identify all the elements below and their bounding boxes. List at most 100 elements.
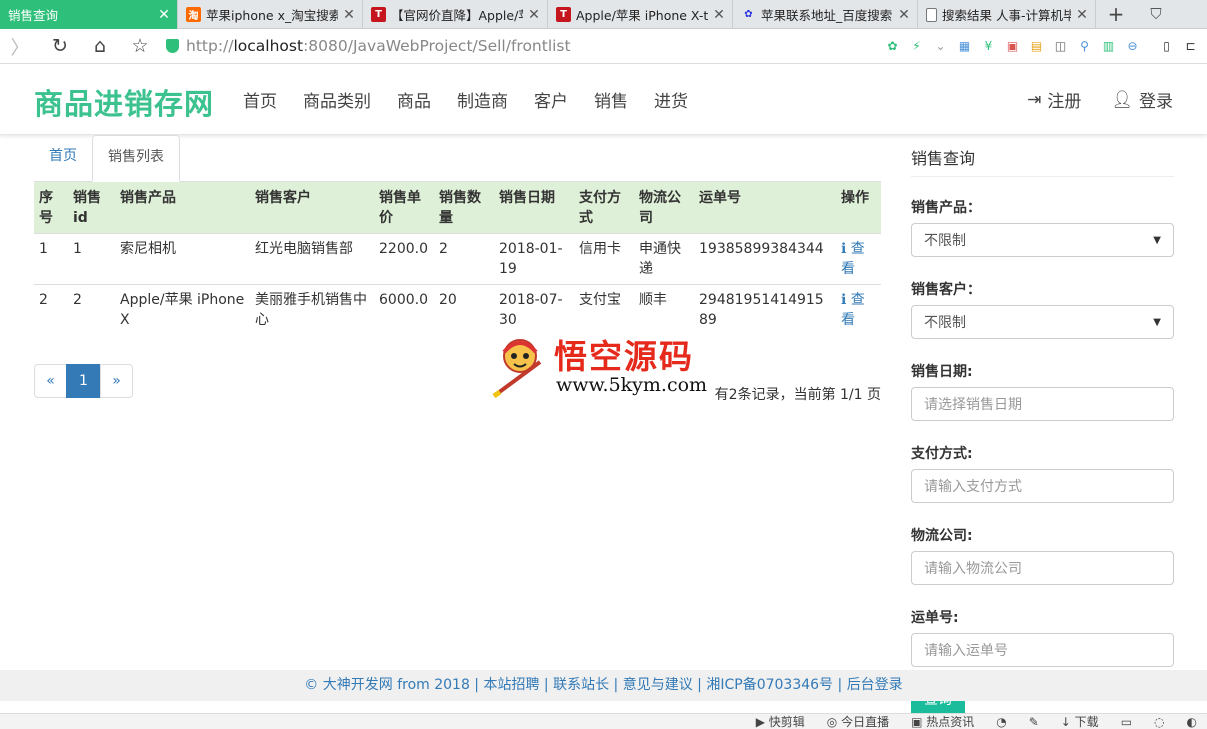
hot-news-item[interactable]: ▣ 热点资讯 (911, 714, 974, 729)
browser-tab-tmall-1[interactable]: T 【官网价直降】Apple/苹 ✕ (363, 0, 548, 29)
footer-contact-link[interactable]: 联系站长 (553, 677, 609, 693)
col-header: 支付方式 (574, 182, 634, 234)
prev-page-button[interactable]: « (34, 364, 67, 398)
next-page-button[interactable]: » (100, 364, 133, 398)
tab-sell-list[interactable]: 销售列表 (92, 135, 180, 182)
close-tab-icon[interactable]: ✕ (712, 7, 726, 23)
window-icon[interactable]: ▭ (1121, 714, 1132, 729)
cell-payment: 信用卡 (574, 233, 634, 285)
monkey-king-logo-icon (492, 339, 542, 399)
table-row: 1 1 索尼相机 红光电脑销售部 2200.0 2 2018-01-19 信用卡… (34, 233, 881, 285)
star-bookmark-icon[interactable]: ☆ (120, 29, 160, 64)
footer-icp-link[interactable]: 湘ICP备0703346号 (706, 677, 833, 693)
pdf-icon[interactable]: ▣ (1004, 38, 1021, 55)
content-tabs: 首页 销售列表 (34, 135, 881, 182)
payment-label: 支付方式: (911, 446, 973, 462)
shirt-skin-icon[interactable]: ⛉ (1136, 0, 1176, 28)
chevron-down-icon[interactable]: ⌄ (932, 38, 949, 55)
nav-product[interactable]: 商品 (397, 87, 431, 112)
quick-clip-item[interactable]: ▶ 快剪辑 (756, 714, 805, 729)
login-link[interactable]: 👤︎ 登录 (1111, 87, 1173, 113)
forward-icon[interactable]: 〉 (0, 29, 40, 64)
site-header: 商品进销存网 首页 商品类别 商品 制造商 客户 销售 进货 ⇥ 注册 👤︎ 登录 (0, 65, 1207, 135)
logistics-label: 物流公司: (911, 528, 973, 544)
footer-admin-login-link[interactable]: 后台登录 (847, 677, 903, 693)
browser-tab-sell-query[interactable]: 销售查询 ✕ (0, 0, 178, 29)
date-input[interactable]: 请选择销售日期 (911, 387, 1174, 421)
close-tab-icon[interactable]: ✕ (897, 7, 911, 23)
live-item[interactable]: ◎ 今日直播 (827, 714, 889, 729)
waybill-input[interactable]: 请输入运单号 (911, 633, 1174, 667)
recycle-icon[interactable]: ✿ (884, 38, 901, 55)
table-header-row: 序号 销售id 销售产品 销售客户 销售单价 销售数量 销售日期 支付方式 物流… (34, 182, 881, 234)
info-icon: ℹ (841, 292, 851, 308)
sound-icon[interactable]: ◐ (1187, 714, 1197, 729)
tmall-icon: T (371, 7, 386, 22)
browser-tab-strip: 销售查询 ✕ 淘 苹果iphone x_淘宝搜索 ✕ T 【官网价直降】Appl… (0, 0, 1207, 29)
tab-home[interactable]: 首页 (34, 135, 92, 182)
menu-icon[interactable]: ⊏ (1182, 38, 1199, 55)
sidebar-title: 销售查询 (911, 135, 1174, 177)
minus-icon[interactable]: ⊖ (1124, 38, 1141, 55)
nav-home[interactable]: 首页 (243, 87, 277, 112)
close-tab-icon[interactable]: ✕ (1075, 7, 1089, 23)
url-path: :8080/JavaWebProject/Sell/frontlist (303, 37, 571, 55)
url-prefix: http:// (186, 37, 234, 55)
speed-icon[interactable]: ◔ (996, 714, 1006, 729)
nav-sell[interactable]: 销售 (594, 87, 628, 112)
browser-tab-taobao[interactable]: 淘 苹果iphone x_淘宝搜索 ✕ (178, 0, 363, 29)
close-tab-icon[interactable]: ✕ (527, 7, 541, 23)
cell-waybill: 19385899384344 (694, 233, 836, 285)
close-tab-icon[interactable]: ✕ (342, 7, 356, 23)
footer-copyright[interactable]: © 大神开发网 from 2018 (304, 677, 470, 693)
tools-icon[interactable]: ✎ (1029, 714, 1039, 729)
phone-icon[interactable]: ▯ (1158, 38, 1175, 55)
nav-category[interactable]: 商品类别 (303, 87, 371, 112)
footer-jobs-link[interactable]: 本站招聘 (483, 677, 539, 693)
download-item[interactable]: ↓ 下载 (1061, 714, 1099, 729)
lightning-icon[interactable]: ⚡ (908, 38, 925, 55)
cell-quantity: 2 (434, 233, 494, 285)
view-link[interactable]: ℹ 查看 (836, 233, 881, 285)
caret-down-icon: ▼ (1153, 234, 1161, 246)
register-link[interactable]: ⇥ 注册 (1027, 87, 1082, 113)
browser-tab-tmall-2[interactable]: T Apple/苹果 iPhone X-t ✕ (548, 0, 733, 29)
home-icon[interactable]: ⌂ (80, 29, 120, 64)
logistics-input[interactable]: 请输入物流公司 (911, 551, 1174, 585)
reader-icon[interactable]: ▥ (1100, 38, 1117, 55)
view-link[interactable]: ℹ 查看 (836, 284, 881, 335)
apps-grid-icon[interactable]: ▦ (956, 38, 973, 55)
clean-icon[interactable]: ◌ (1154, 714, 1164, 729)
footer-feedback-link[interactable]: 意见与建议 (623, 677, 693, 693)
nav-manufacturer[interactable]: 制造商 (457, 87, 508, 112)
taobao-icon: 淘 (186, 7, 201, 22)
info-icon: ℹ (841, 241, 851, 257)
cell-waybill: 2948195141491589 (694, 284, 836, 335)
sell-query-sidebar: 销售查询 销售产品： 不限制 ▼ 销售客户： 不限制 ▼ 销售日期: 请选择销售日期… (911, 135, 1174, 717)
nav-customer[interactable]: 客户 (534, 87, 568, 112)
hot-news-label: 热点资讯 (926, 715, 975, 729)
address-bar: 〉 ↻ ⌂ ☆ http://localhost:8080/JavaWebPro… (0, 29, 1207, 64)
register-label: 注册 (1047, 92, 1082, 112)
table-row: 2 2 Apple/苹果 iPhone X 美丽雅手机销售中心 6000.0 2… (34, 284, 881, 335)
close-tab-icon[interactable]: ✕ (157, 7, 171, 23)
browser-tab-search[interactable]: 搜索结果 人事-计算机毕 ✕ (918, 0, 1096, 29)
customer-label: 销售客户： (911, 282, 981, 298)
new-tab-plus-icon[interactable]: + (1096, 0, 1136, 28)
zoom-icon[interactable]: ⚲ (1076, 38, 1093, 55)
tab-title: Apple/苹果 iPhone X-t (576, 8, 708, 23)
nav-purchase[interactable]: 进货 (654, 87, 688, 112)
payment-input[interactable]: 请输入支付方式 (911, 469, 1174, 503)
product-select[interactable]: 不限制 ▼ (911, 223, 1174, 257)
site-brand[interactable]: 商品进销存网 (34, 81, 214, 123)
main-nav: 首页 商品类别 商品 制造商 客户 销售 进货 (243, 87, 714, 112)
screenshot-icon[interactable]: ◫ (1052, 38, 1069, 55)
translate-icon[interactable]: ▤ (1028, 38, 1045, 55)
customer-select[interactable]: 不限制 ▼ (911, 305, 1174, 339)
url-field[interactable]: http://localhost:8080/JavaWebProject/Sel… (166, 37, 884, 55)
page-1-button[interactable]: 1 (66, 364, 101, 398)
tab-title: 苹果iphone x_淘宝搜索 (206, 8, 338, 23)
currency-icon[interactable]: ¥ (980, 38, 997, 55)
refresh-icon[interactable]: ↻ (40, 29, 80, 64)
browser-tab-baidu[interactable]: ✿ 苹果联系地址_百度搜索 ✕ (733, 0, 918, 29)
